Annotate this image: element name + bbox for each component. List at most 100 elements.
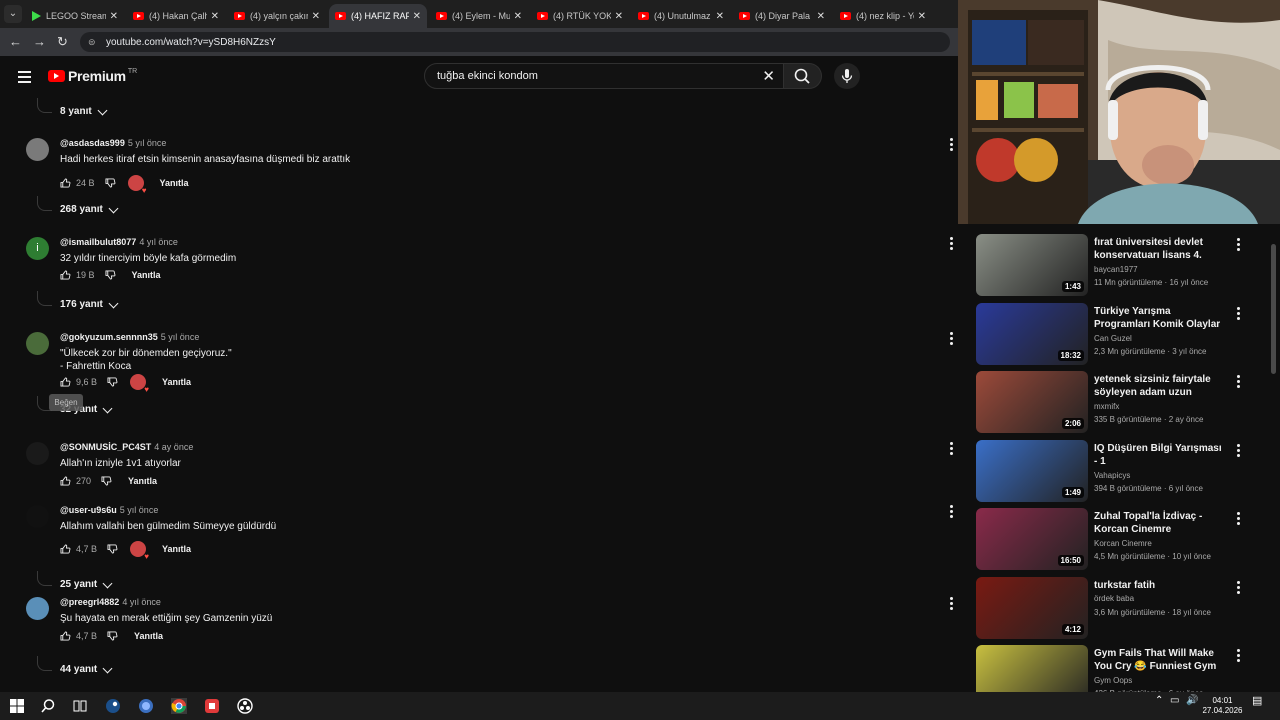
video-thumbnail[interactable]: 18:32: [976, 302, 1088, 365]
avatar[interactable]: [26, 332, 49, 355]
site-info-icon[interactable]: ⊜: [88, 37, 98, 47]
close-tab-icon[interactable]: ✕: [918, 11, 926, 22]
dislike-icon[interactable]: [101, 476, 112, 486]
reply-button[interactable]: Yanıtla: [162, 544, 191, 554]
search-input[interactable]: [435, 69, 763, 83]
channel-name[interactable]: Korcan Cinemre: [1094, 539, 1152, 548]
comment-author[interactable]: @asdasdas999: [60, 138, 125, 148]
dislike-icon[interactable]: [107, 377, 118, 387]
video-more-icon[interactable]: [1236, 238, 1240, 253]
replies-toggle[interactable]: 8 yanıt: [60, 105, 108, 117]
notifications-icon[interactable]: ▤: [1252, 696, 1262, 707]
clock[interactable]: 04:01 27.04.2026: [1200, 696, 1245, 716]
comment-more-icon[interactable]: [949, 505, 953, 520]
video-thumbnail[interactable]: 4:12: [976, 576, 1088, 639]
obs-icon[interactable]: [237, 698, 253, 714]
channel-name[interactable]: Gym Oops: [1094, 676, 1132, 685]
reply-button[interactable]: Yanıtla: [132, 270, 161, 280]
search-button[interactable]: [784, 63, 822, 89]
video-title[interactable]: Türkiye Yarışma Programları Komik Olayla…: [1094, 305, 1222, 331]
video-more-icon[interactable]: [1236, 649, 1240, 664]
close-tab-icon[interactable]: ✕: [110, 11, 118, 22]
channel-name[interactable]: baycan1977: [1094, 265, 1138, 274]
video-more-icon[interactable]: [1236, 375, 1240, 390]
avatar[interactable]: [26, 505, 49, 528]
address-bar[interactable]: ⊜ youtube.com/watch?v=ySD8H6NZzsY: [80, 32, 950, 52]
dislike-icon[interactable]: [107, 631, 118, 641]
youtube-logo[interactable]: Premium TR: [48, 68, 137, 84]
clear-search-icon[interactable]: ✕: [762, 67, 775, 85]
browser-tab[interactable]: (4) yalçın çakır ✕: [228, 4, 326, 28]
video-more-icon[interactable]: [1236, 443, 1240, 459]
recommended-video[interactable]: 16:50 Zuhal Topal'la İzdivaç - Korcan Cin…: [976, 508, 1266, 570]
recommended-video[interactable]: 18:32 Türkiye Yarışma Programları Komik O…: [976, 302, 1266, 365]
comment-time[interactable]: 5 yıl önce: [128, 138, 167, 148]
browser-tab[interactable]: (4) RTÜK YOK ✕: [531, 4, 629, 28]
recommended-video[interactable]: 1:43 fırat üniversitesi devlet konservatu…: [976, 234, 1266, 296]
video-title[interactable]: yetenek sizsiniz fairytale söyleyen adam…: [1094, 373, 1222, 399]
comment-more-icon[interactable]: [949, 442, 953, 457]
channel-name[interactable]: Vahapicys: [1094, 471, 1130, 480]
voice-search-button[interactable]: [834, 63, 860, 89]
reply-button[interactable]: Yanıtla: [160, 178, 189, 188]
reply-button[interactable]: Yanıtla: [162, 377, 191, 387]
channel-name[interactable]: mxmifx: [1094, 402, 1119, 411]
video-thumbnail[interactable]: 1:49: [976, 439, 1088, 502]
browser-tab[interactable]: (4) HAFIZ RAP ✕: [329, 4, 427, 28]
app-orb-icon[interactable]: [138, 698, 154, 714]
like-icon[interactable]: [60, 270, 71, 280]
video-title[interactable]: turkstar fatih: [1094, 579, 1222, 592]
comment-author[interactable]: @gokyuzum.sennnn35: [60, 332, 158, 342]
streaming-app-icon[interactable]: [204, 698, 220, 714]
video-title[interactable]: fırat üniversitesi devlet konservatuarı …: [1094, 236, 1222, 262]
dislike-icon[interactable]: [107, 544, 118, 554]
browser-tab[interactable]: (4) nez klip - Yo ✕: [834, 4, 932, 28]
like-icon[interactable]: [60, 476, 71, 486]
avatar[interactable]: [26, 442, 49, 465]
reload-icon[interactable]: ↻: [57, 34, 68, 50]
replies-toggle[interactable]: 25 yanıt: [60, 578, 113, 590]
reply-button[interactable]: Yanıtla: [128, 476, 157, 486]
comment-time[interactable]: 4 ay önce: [154, 442, 193, 452]
recommended-video[interactable]: Gym Fails That Will Make You Cry 😂 Funni…: [976, 645, 1266, 692]
comment-time[interactable]: 5 yıl önce: [120, 505, 159, 515]
replies-toggle[interactable]: 176 yanıt: [60, 298, 119, 310]
reply-button[interactable]: Yanıtla: [134, 631, 163, 641]
like-icon[interactable]: [60, 377, 71, 387]
windows-start-icon[interactable]: [9, 698, 25, 714]
browser-tab[interactable]: (4) Hakan Çalh ✕: [127, 4, 225, 28]
video-title[interactable]: IQ Düşüren Bilgi Yarışması - 1: [1094, 442, 1222, 468]
video-thumbnail[interactable]: 16:50: [976, 508, 1088, 570]
video-title[interactable]: Gym Fails That Will Make You Cry 😂 Funni…: [1094, 647, 1222, 673]
comment-time[interactable]: 4 yıl önce: [139, 237, 178, 247]
close-tab-icon[interactable]: ✕: [716, 11, 724, 22]
video-more-icon[interactable]: [1236, 580, 1240, 596]
menu-icon[interactable]: [18, 71, 31, 86]
avatar[interactable]: i: [26, 237, 49, 260]
video-more-icon[interactable]: [1236, 306, 1240, 322]
task-view-icon[interactable]: [72, 698, 88, 714]
close-tab-icon[interactable]: ✕: [817, 11, 825, 22]
channel-name[interactable]: Can Guzel: [1094, 334, 1132, 343]
video-title[interactable]: Zuhal Topal'la İzdivaç - Korcan Cinemre: [1094, 510, 1222, 536]
chrome-icon[interactable]: [171, 698, 187, 714]
like-icon[interactable]: [60, 178, 71, 188]
close-tab-icon[interactable]: ✕: [615, 11, 623, 22]
recommended-video[interactable]: 1:49 IQ Düşüren Bilgi Yarışması - 1 Vahapi…: [976, 439, 1266, 502]
video-thumbnail[interactable]: 1:43: [976, 234, 1088, 296]
network-icon[interactable]: ▭: [1170, 696, 1179, 706]
comment-more-icon[interactable]: [949, 332, 953, 347]
comment-time[interactable]: 5 yıl önce: [161, 332, 200, 342]
volume-icon[interactable]: 🔊: [1186, 696, 1198, 706]
channel-name[interactable]: ördek baba: [1094, 594, 1134, 603]
close-tab-icon[interactable]: ✕: [211, 11, 219, 22]
recommended-video[interactable]: 4:12 turkstar fatih ördek baba 3,6 Mn görün…: [976, 576, 1266, 639]
comment-author[interactable]: @SONMUSİC_PC4ST: [60, 442, 151, 452]
tab-search-button[interactable]: ⌄: [4, 5, 22, 23]
comment-author[interactable]: @user-u9s6u: [60, 505, 117, 515]
comment-more-icon[interactable]: [949, 237, 953, 252]
browser-tab[interactable]: (4) Unutulmaz ✕: [632, 4, 730, 28]
comment-author[interactable]: @preegrl4882: [60, 597, 119, 607]
browser-tab[interactable]: (4) Diyar Pala ✕: [733, 4, 831, 28]
video-thumbnail[interactable]: 2:06: [976, 371, 1088, 433]
